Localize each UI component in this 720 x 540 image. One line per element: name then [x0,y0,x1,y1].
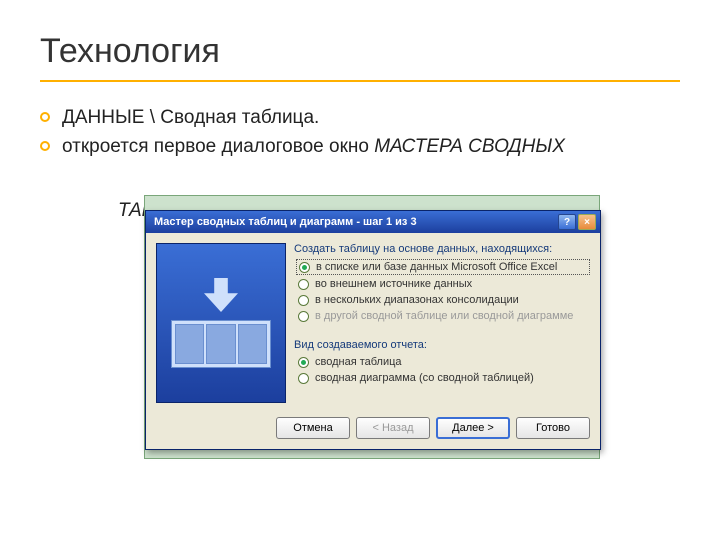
radio-source-external[interactable]: во внешнем источнике данных [296,277,590,291]
list-item: откроется первое диалоговое окно МАСТЕРА… [40,135,680,160]
radio-icon [299,262,310,273]
radio-type-chart[interactable]: сводная диаграмма (со сводной таблицей) [296,371,590,385]
radio-source-consolidation[interactable]: в нескольких диапазонах консолидации [296,293,590,307]
radio-icon [298,279,309,290]
radio-icon [298,357,309,368]
list-item: ДАННЫЕ \ Сводная таблица. [40,106,680,131]
radio-label: во внешнем источнике данных [315,278,472,290]
radio-source-other-pivot: в другой сводной таблице или сводной диа… [296,309,590,323]
radio-label: в нескольких диапазонах консолидации [315,294,519,306]
radio-icon [298,311,309,322]
radio-source-excel[interactable]: в списке или базе данных Microsoft Offic… [296,259,590,275]
bullet-icon [40,112,50,122]
screenshot-area: Мастер сводных таблиц и диаграмм - шаг 1… [144,195,600,459]
radio-label: в списке или базе данных Microsoft Offic… [316,261,557,273]
cancel-button[interactable]: Отмена [276,417,350,439]
mini-tables-icon [171,320,271,368]
next-button[interactable]: Далее > [436,417,510,439]
help-button[interactable]: ? [558,214,576,230]
bullet-text: ДАННЫЕ \ Сводная таблица. [62,106,319,131]
finish-button[interactable]: Готово [516,417,590,439]
radio-type-table[interactable]: сводная таблица [296,355,590,369]
wizard-dialog: Мастер сводных таблиц и диаграмм - шаг 1… [145,210,601,450]
bullet-list: ДАННЫЕ \ Сводная таблица. откроется перв… [40,106,680,163]
bullet-italic: МАСТЕРА СВОДНЫХ [374,136,565,157]
wizard-illustration [156,243,286,403]
form-area: Создать таблицу на основе данных, находя… [294,243,590,403]
radio-label: сводная диаграмма (со сводной таблицей) [315,372,534,384]
group-label-source: Создать таблицу на основе данных, находя… [294,243,590,255]
bullet-plain: откроется первое диалоговое окно [62,136,374,157]
close-button[interactable]: × [578,214,596,230]
title-underline [40,80,680,82]
arrow-down-icon [204,278,238,312]
bullet-text: откроется первое диалоговое окно МАСТЕРА… [62,135,565,160]
radio-label: сводная таблица [315,356,402,368]
dialog-title: Мастер сводных таблиц и диаграмм - шаг 1… [150,216,556,228]
titlebar: Мастер сводных таблиц и диаграмм - шаг 1… [146,211,600,233]
radio-icon [298,295,309,306]
button-bar: Отмена < Назад Далее > Готово [146,411,600,449]
radio-icon [298,373,309,384]
dialog-body: Создать таблицу на основе данных, находя… [146,233,600,411]
group-label-report-type: Вид создаваемого отчета: [294,339,590,351]
back-button: < Назад [356,417,430,439]
bullet-icon [40,141,50,151]
slide-title: Технология [40,32,220,71]
radio-label: в другой сводной таблице или сводной диа… [315,310,573,322]
